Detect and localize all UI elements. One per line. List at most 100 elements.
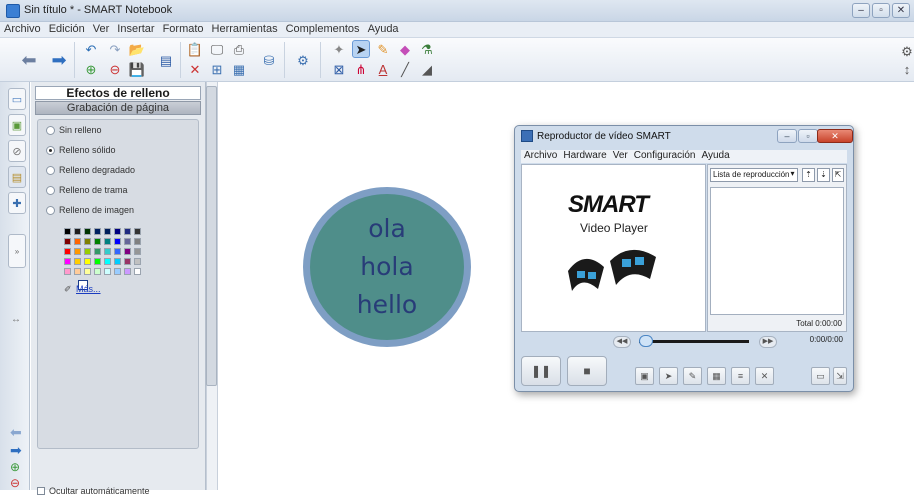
color-swatch[interactable] bbox=[74, 268, 81, 275]
color-swatch[interactable] bbox=[114, 268, 121, 275]
color-swatch[interactable] bbox=[94, 248, 101, 255]
add-page-side-icon[interactable]: ⊕ bbox=[10, 460, 20, 474]
shape-icon[interactable]: ◢ bbox=[418, 60, 436, 78]
pen-icon[interactable]: ✎ bbox=[683, 367, 702, 385]
eraser-icon[interactable]: ◆ bbox=[396, 40, 414, 58]
line-icon[interactable]: ╱ bbox=[396, 60, 414, 78]
save-icon[interactable]: 💾 bbox=[128, 60, 146, 78]
color-swatch[interactable] bbox=[134, 258, 141, 265]
color-swatch[interactable] bbox=[104, 248, 111, 255]
video-stage[interactable]: SMART Video Player bbox=[521, 164, 706, 332]
fill-option-pattern[interactable]: Relleno de trama bbox=[46, 185, 128, 195]
video-menu-ayuda[interactable]: Ayuda bbox=[698, 150, 732, 161]
auto-hide-checkbox[interactable] bbox=[37, 487, 45, 495]
stop-button[interactable]: ■ bbox=[567, 356, 607, 386]
previous-page-button[interactable]: ⬅ bbox=[20, 51, 38, 69]
add-page-icon[interactable]: ⊕ bbox=[82, 60, 100, 78]
video-menu-hardware[interactable]: Hardware bbox=[560, 150, 609, 161]
color-swatch[interactable] bbox=[104, 228, 111, 235]
menu-herramientas[interactable]: Herramientas bbox=[208, 22, 282, 36]
color-swatch[interactable] bbox=[124, 268, 131, 275]
maximize-button[interactable]: ▫ bbox=[872, 3, 890, 18]
eyedropper-icon[interactable]: ✐ bbox=[64, 284, 72, 295]
fill-icon[interactable]: ⚗ bbox=[418, 40, 436, 58]
color-swatch[interactable] bbox=[124, 248, 131, 255]
fill-option-solid[interactable]: Relleno sólido bbox=[46, 145, 116, 155]
settings-gear-icon[interactable]: ⚙ bbox=[898, 42, 914, 60]
screen-shade-icon[interactable]: ▤ bbox=[157, 51, 175, 69]
color-swatch[interactable] bbox=[64, 258, 71, 265]
fill-option-none[interactable]: Sin relleno bbox=[46, 125, 102, 135]
color-swatch[interactable] bbox=[134, 248, 141, 255]
select-icon[interactable]: ➤ bbox=[352, 40, 370, 58]
seek-handle[interactable] bbox=[639, 335, 653, 347]
color-swatch[interactable] bbox=[104, 238, 111, 245]
circle-shape[interactable]: ola hola hello bbox=[303, 187, 471, 347]
color-swatch[interactable] bbox=[74, 258, 81, 265]
properties-tab[interactable]: ▤ bbox=[8, 166, 26, 188]
open-folder-icon[interactable]: 📂 bbox=[128, 40, 146, 58]
menu-insertar[interactable]: Insertar bbox=[113, 22, 158, 36]
properties-icon[interactable]: ⚙ bbox=[294, 51, 312, 69]
previous-page-icon[interactable]: ⬅ bbox=[10, 424, 22, 441]
delete-page-side-icon[interactable]: ⊖ bbox=[10, 476, 20, 490]
color-swatch[interactable] bbox=[84, 268, 91, 275]
gallery-tab[interactable]: ▣ bbox=[8, 114, 26, 136]
pens-icon[interactable]: ✎ bbox=[374, 40, 392, 58]
redo-icon[interactable]: ↷ bbox=[106, 40, 124, 58]
document-camera-icon[interactable]: ⎙ bbox=[230, 40, 248, 58]
color-swatch[interactable] bbox=[64, 268, 71, 275]
playlist-list[interactable] bbox=[710, 187, 844, 315]
radio-icon[interactable] bbox=[46, 125, 55, 135]
color-swatch[interactable] bbox=[114, 258, 121, 265]
expand-icon[interactable]: ⇲ bbox=[833, 367, 847, 385]
shade-icon[interactable]: ▦ bbox=[707, 367, 726, 385]
fast-forward-icon[interactable]: ▶▶ bbox=[759, 336, 777, 348]
undo-icon[interactable]: ↶ bbox=[82, 40, 100, 58]
video-menu-ver[interactable]: Ver bbox=[610, 150, 631, 161]
radio-icon[interactable] bbox=[46, 205, 55, 215]
resize-arrows-icon[interactable]: ↔ bbox=[11, 314, 21, 325]
fill-option-gradient[interactable]: Relleno degradado bbox=[46, 165, 135, 175]
menu-ver[interactable]: Ver bbox=[89, 22, 114, 36]
screen-icon[interactable]: ▭ bbox=[811, 367, 830, 385]
next-page-button[interactable]: ➡ bbox=[50, 51, 68, 69]
panel-subtitle[interactable]: Grabación de página bbox=[35, 101, 201, 115]
next-page-icon[interactable]: ➡ bbox=[10, 442, 22, 459]
menu-lines-icon[interactable]: ≡ bbox=[731, 367, 750, 385]
radio-icon[interactable] bbox=[46, 165, 55, 175]
view-icon[interactable]: ⊞ bbox=[208, 60, 226, 78]
color-swatch[interactable] bbox=[134, 228, 141, 235]
video-menu-configuracion[interactable]: Configuración bbox=[631, 150, 699, 161]
color-swatch[interactable] bbox=[114, 228, 121, 235]
menu-archivo[interactable]: Archivo bbox=[0, 22, 45, 36]
color-swatch[interactable] bbox=[104, 268, 111, 275]
clear-icon[interactable]: ✕ bbox=[755, 367, 774, 385]
video-close-button[interactable]: ✕ bbox=[817, 129, 853, 143]
seek-bar[interactable] bbox=[639, 340, 749, 343]
pointer-icon[interactable]: ➤ bbox=[659, 367, 678, 385]
color-swatch[interactable] bbox=[74, 238, 81, 245]
color-swatch[interactable] bbox=[84, 228, 91, 235]
color-swatch[interactable] bbox=[94, 238, 101, 245]
panel-scrollbar[interactable] bbox=[206, 86, 217, 386]
addons-tab[interactable]: ✚ bbox=[8, 192, 26, 214]
close-button[interactable]: ✕ bbox=[892, 3, 910, 18]
collapse-panel-tab[interactable]: » bbox=[8, 234, 26, 268]
menu-formato[interactable]: Formato bbox=[159, 22, 208, 36]
video-menu-archivo[interactable]: Archivo bbox=[521, 150, 560, 161]
color-swatch[interactable] bbox=[84, 258, 91, 265]
playlist-expand-icon[interactable]: ⇱ bbox=[832, 168, 844, 182]
paste-icon[interactable]: 📋 bbox=[186, 40, 204, 58]
color-swatch[interactable] bbox=[64, 238, 71, 245]
color-swatch[interactable] bbox=[134, 268, 141, 275]
capture-icon[interactable]: ▣ bbox=[635, 367, 654, 385]
color-swatch[interactable] bbox=[124, 258, 131, 265]
color-swatch[interactable] bbox=[74, 228, 81, 235]
color-swatch[interactable] bbox=[84, 248, 91, 255]
more-colors-link[interactable]: Más... bbox=[76, 284, 101, 294]
radio-icon[interactable] bbox=[46, 185, 55, 195]
color-swatch[interactable] bbox=[84, 238, 91, 245]
minimize-button[interactable]: – bbox=[852, 3, 870, 18]
color-swatch[interactable] bbox=[94, 268, 101, 275]
